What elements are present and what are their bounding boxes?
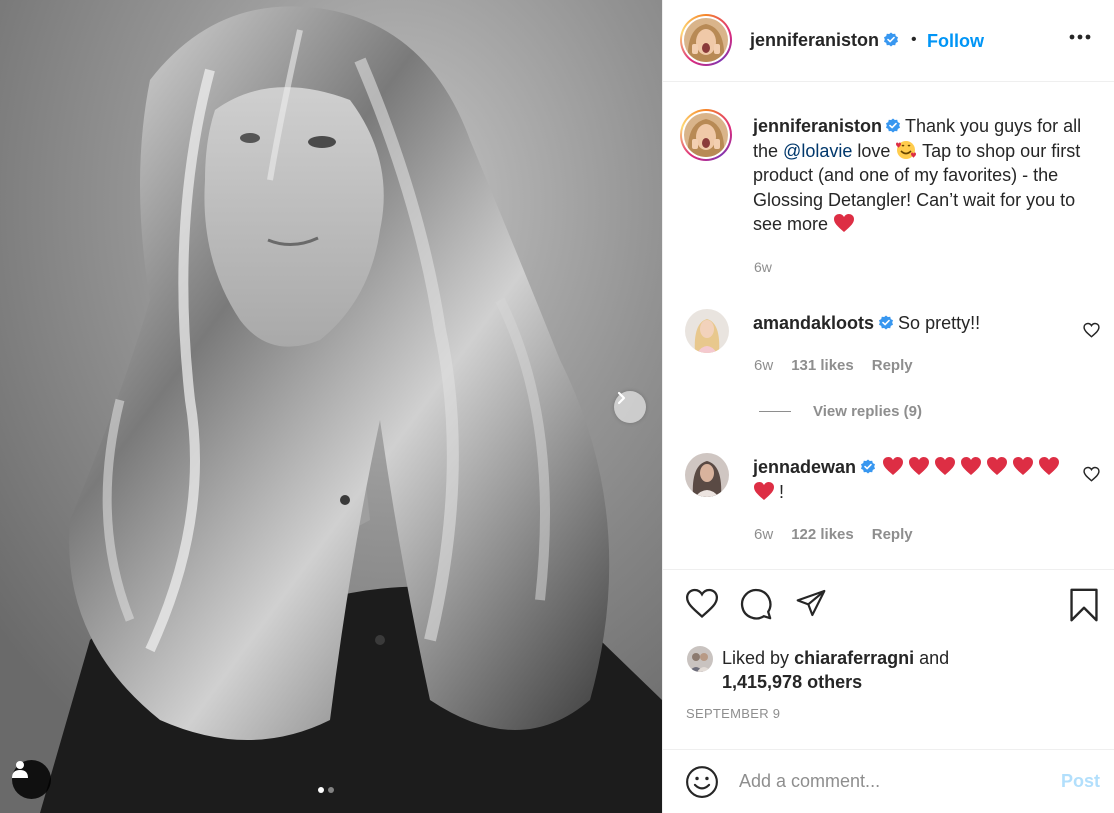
likes-joiner: and bbox=[919, 648, 950, 668]
red-heart-emoji-icon bbox=[961, 457, 982, 475]
heart-icon[interactable] bbox=[685, 587, 719, 619]
actions-divider bbox=[663, 569, 1114, 570]
view-replies-button[interactable]: View replies (9) bbox=[759, 403, 922, 420]
red-heart-emoji-icon bbox=[834, 214, 855, 233]
post-date[interactable]: SEPTEMBER 9 bbox=[686, 706, 780, 721]
caption-author-avatar-image bbox=[684, 113, 728, 157]
comment-bubble-icon[interactable] bbox=[739, 587, 773, 621]
more-options-icon[interactable] bbox=[1069, 34, 1091, 40]
comment-meta: 6w 131 likes Reply bbox=[754, 357, 931, 374]
red-heart-emoji-icon bbox=[987, 457, 1008, 475]
red-heart-emoji-icon bbox=[909, 457, 930, 475]
verified-badge-icon bbox=[886, 118, 901, 133]
caption-timestamp[interactable]: 6w bbox=[754, 259, 772, 275]
comment-text: ! bbox=[779, 482, 785, 502]
likes-summary: Liked by chiaraferragni and 1,415,978 ot… bbox=[722, 646, 949, 694]
comment-likes[interactable]: 131 likes bbox=[791, 357, 854, 374]
user-tags-button[interactable] bbox=[12, 760, 51, 799]
commenter-avatar-image bbox=[685, 453, 729, 497]
comment-input[interactable] bbox=[739, 767, 1039, 795]
red-heart-emoji-icon bbox=[883, 457, 904, 475]
follow-button[interactable]: Follow bbox=[927, 31, 984, 52]
red-heart-emoji-icon bbox=[935, 457, 956, 475]
comment-reply-button[interactable]: Reply bbox=[872, 526, 913, 543]
add-comment-bar: Post bbox=[663, 749, 1114, 813]
verified-badge-icon bbox=[884, 32, 899, 47]
post-comment-button[interactable]: Post bbox=[1061, 771, 1100, 792]
bookmark-icon[interactable] bbox=[1067, 587, 1101, 623]
author-avatar[interactable] bbox=[680, 14, 732, 66]
liked-by-avatar-image bbox=[687, 646, 713, 672]
post-photo[interactable] bbox=[0, 0, 662, 813]
caption-mention-link[interactable]: @lolavie bbox=[783, 141, 852, 161]
comment-timestamp[interactable]: 6w bbox=[754, 526, 773, 543]
caption-username[interactable]: jenniferaniston bbox=[753, 116, 882, 136]
comment-likes[interactable]: 122 likes bbox=[791, 526, 854, 543]
post-caption: jenniferaniston Thank you guys for all t… bbox=[753, 114, 1103, 237]
comment-like-heart-icon[interactable] bbox=[1083, 466, 1100, 482]
liked-by-user[interactable]: chiaraferragni bbox=[794, 648, 914, 668]
post-header: jenniferaniston • Follow bbox=[663, 0, 1114, 82]
commenter-avatar-image bbox=[685, 309, 729, 353]
comment-username[interactable]: jennadewan bbox=[753, 457, 856, 477]
smiley-icon[interactable] bbox=[685, 765, 719, 799]
commenter-avatar[interactable] bbox=[685, 453, 729, 497]
liked-by-avatar[interactable] bbox=[687, 646, 713, 672]
comment-username[interactable]: amandakloots bbox=[753, 313, 874, 333]
chevron-right-icon bbox=[617, 391, 626, 405]
user-tag-icon bbox=[12, 761, 28, 778]
likes-prefix: Liked by bbox=[722, 648, 790, 668]
red-heart-emoji-icon bbox=[754, 482, 774, 500]
author-avatar-image bbox=[684, 18, 728, 62]
caption-author-avatar[interactable] bbox=[680, 109, 732, 161]
author-username[interactable]: jenniferaniston bbox=[750, 30, 879, 50]
header-separator: • bbox=[911, 31, 917, 48]
smiling-face-with-hearts-emoji-icon bbox=[896, 140, 917, 159]
verified-badge-icon bbox=[879, 315, 894, 330]
next-slide-button[interactable] bbox=[614, 391, 646, 423]
paper-plane-icon[interactable] bbox=[794, 587, 828, 619]
portrait-image bbox=[0, 0, 662, 813]
carousel-dot-active bbox=[318, 787, 324, 793]
comment-text: So pretty!! bbox=[898, 313, 981, 333]
post-side-panel: jenniferaniston • Follow jenniferaniston… bbox=[662, 0, 1114, 813]
header-author: jenniferaniston bbox=[750, 30, 899, 51]
red-heart-emoji-icon bbox=[1039, 457, 1060, 475]
caption-text-part2: love bbox=[857, 140, 891, 161]
likes-count[interactable]: 1,415,978 others bbox=[722, 672, 862, 692]
carousel-indicator bbox=[318, 787, 334, 793]
comment-item: amandakloots So pretty!! bbox=[753, 311, 1073, 336]
comment-timestamp[interactable]: 6w bbox=[754, 357, 773, 374]
comment-item: jennadewan ! bbox=[753, 455, 1073, 505]
comment-reply-button[interactable]: Reply bbox=[872, 357, 913, 374]
commenter-avatar[interactable] bbox=[685, 309, 729, 353]
replies-divider-line bbox=[759, 411, 791, 412]
red-heart-emoji-icon bbox=[1013, 457, 1034, 475]
comment-meta: 6w 122 likes Reply bbox=[754, 526, 931, 543]
carousel-dot bbox=[328, 787, 334, 793]
view-replies-label: View replies (9) bbox=[813, 403, 922, 420]
verified-badge-icon bbox=[861, 459, 876, 474]
comment-like-heart-icon[interactable] bbox=[1083, 322, 1100, 338]
